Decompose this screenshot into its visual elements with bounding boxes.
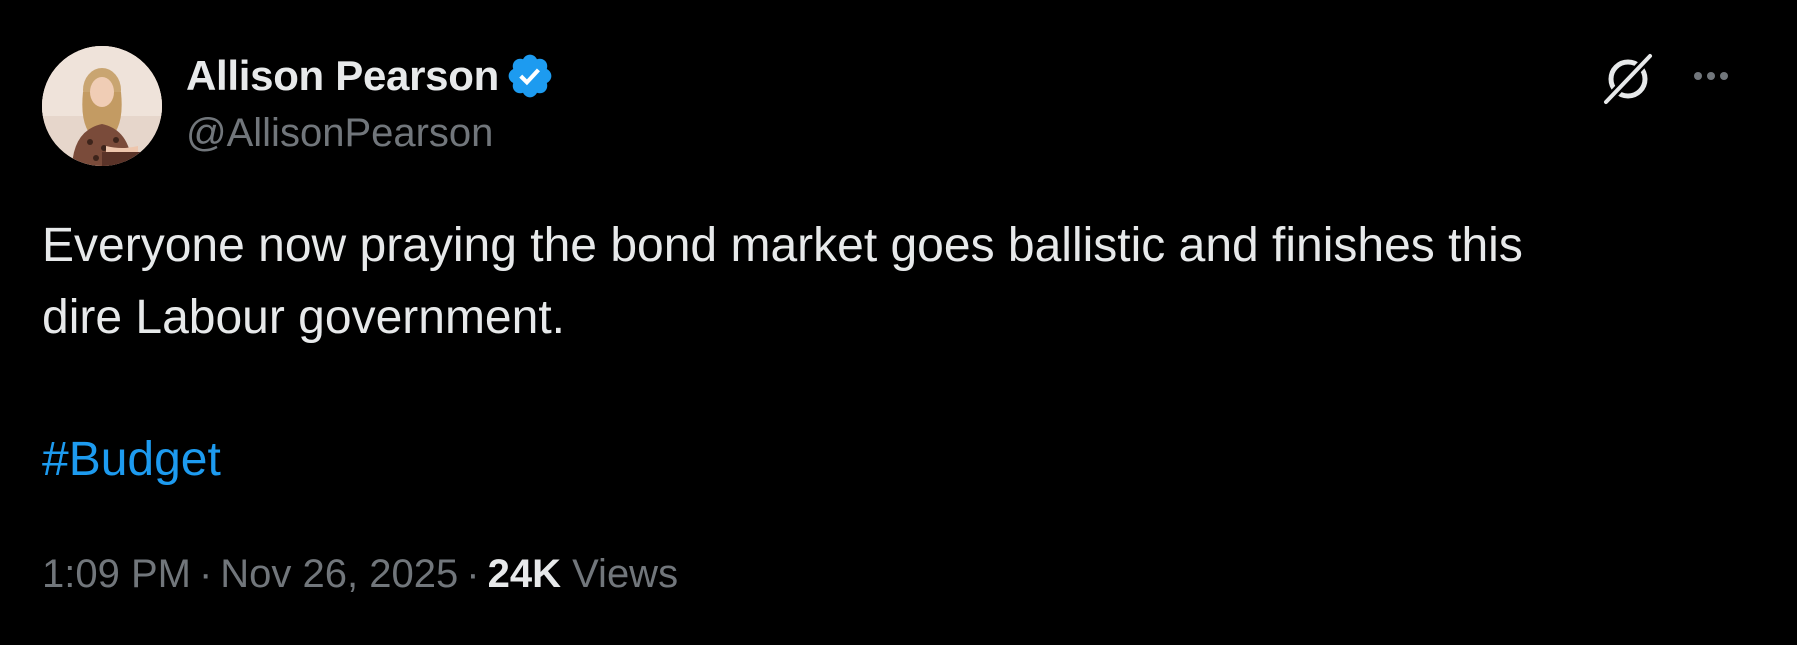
views-label: Views	[572, 552, 679, 596]
tweet-text-line: dire Labour government.	[42, 291, 565, 344]
views-count: 24K	[487, 552, 561, 596]
author-handle[interactable]: @AllisonPearson	[186, 111, 493, 156]
author-name-row: Allison Pearson	[186, 48, 555, 104]
author-display-name[interactable]: Allison Pearson	[186, 52, 499, 100]
tweet-text: Everyone now praying the bond market goe…	[42, 210, 1722, 354]
tweet-time: 1:09 PM	[42, 552, 191, 596]
tweet-metadata: 1:09 PM · Nov 26, 2025 · 24K Views	[42, 552, 678, 597]
separator-dot: ·	[466, 552, 480, 596]
tweet-timestamp-link[interactable]: 1:09 PM · Nov 26, 2025	[42, 552, 458, 596]
separator-dot: ·	[198, 552, 213, 596]
verified-badge-icon[interactable]	[505, 51, 555, 101]
tweet-date: Nov 26, 2025	[220, 552, 459, 596]
grok-icon[interactable]	[1598, 48, 1658, 108]
avatar-image	[42, 46, 162, 166]
more-options-icon[interactable]	[1686, 56, 1736, 96]
tweet-text-line: Everyone now praying the bond market goe…	[42, 219, 1523, 272]
tweet-card: Allison Pearson @AllisonPearson Everyone…	[0, 0, 1797, 645]
avatar[interactable]	[42, 46, 162, 166]
hashtag-link[interactable]: #Budget	[42, 424, 221, 496]
